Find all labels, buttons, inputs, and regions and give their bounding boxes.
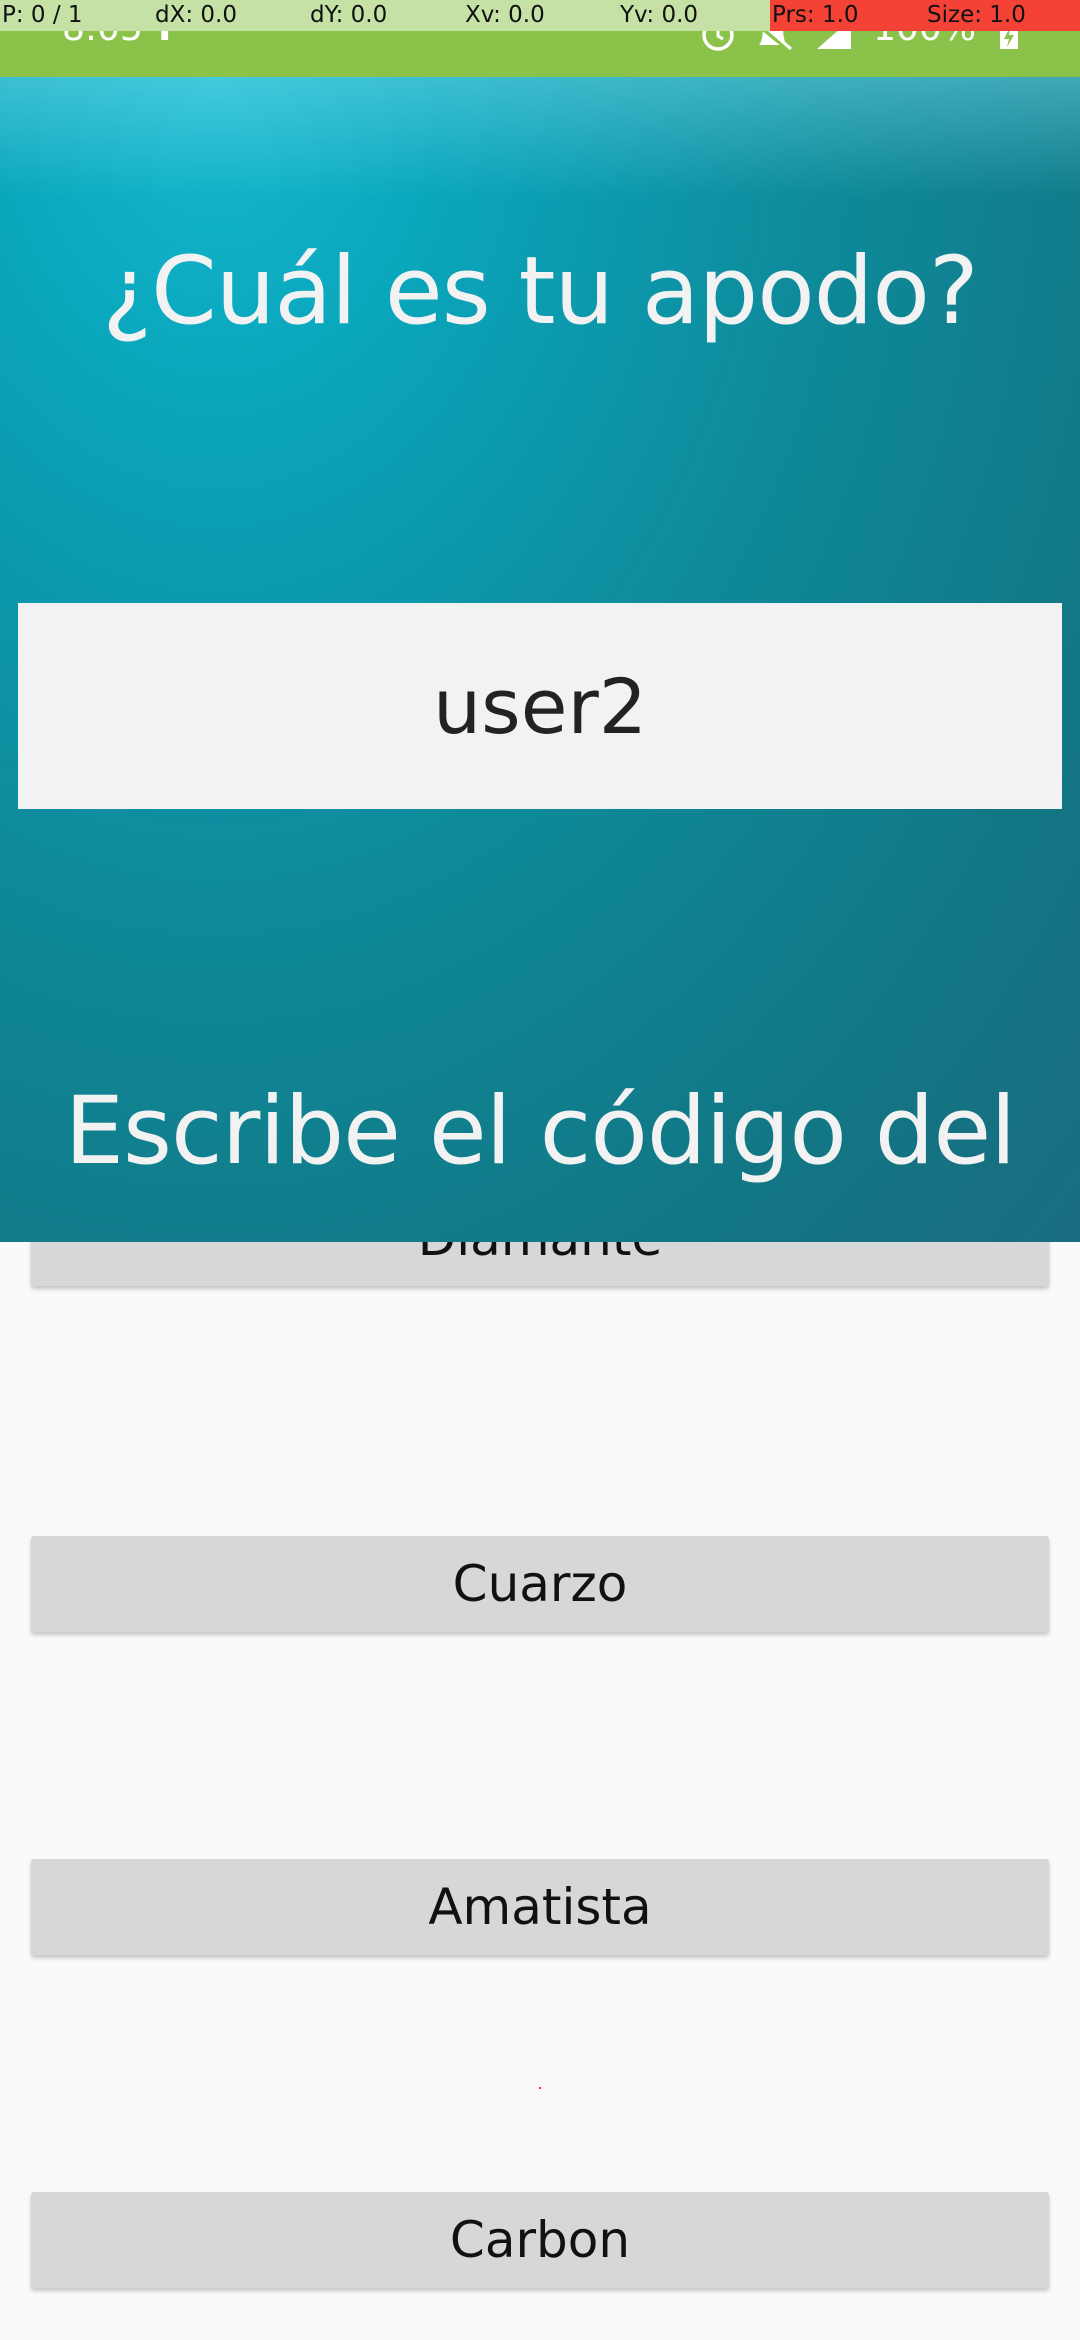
cuarzo-button[interactable]: Cuarzo <box>31 1536 1049 1632</box>
status-bar: 8:05 P 100% <box>0 31 1080 77</box>
signal-icon <box>817 31 852 49</box>
debug-dy: dY: 0.0 <box>310 2 388 28</box>
notifications-off-icon <box>759 31 793 53</box>
debug-dx: dX: 0.0 <box>155 2 237 28</box>
debug-yv: Yv: 0.0 <box>620 2 699 28</box>
carbon-button[interactable]: Carbon <box>31 2192 1049 2288</box>
status-time: 8:05 <box>62 31 143 77</box>
debug-pressure: Prs: 1.0 <box>770 0 925 31</box>
nickname-input[interactable] <box>18 603 1062 809</box>
battery-percent: 100% <box>873 31 976 77</box>
parking-app-icon: P <box>158 31 184 77</box>
amatista-button[interactable]: Amatista <box>31 1859 1049 1955</box>
nickname-dialog: ¿Cuál es tu apodo? Escribe el código del <box>0 77 1080 1242</box>
screen: P: 0 / 1 dX: 0.0 dY: 0.0 Xv: 0.0 Yv: 0.0… <box>0 0 1080 2340</box>
debug-pointer: P: 0 / 1 <box>2 2 83 28</box>
code-prompt: Escribe el código del <box>64 1077 1017 1186</box>
pointer-location-bar: P: 0 / 1 dX: 0.0 dY: 0.0 Xv: 0.0 Yv: 0.0… <box>0 0 1080 31</box>
touch-point-marker <box>539 2087 541 2089</box>
nickname-question: ¿Cuál es tu apodo? <box>102 237 979 346</box>
debug-xv: Xv: 0.0 <box>465 2 545 28</box>
alarm-icon <box>702 31 734 51</box>
debug-size: Size: 1.0 <box>925 0 1080 31</box>
status-icons: 100% <box>701 31 1020 77</box>
battery-charging-icon <box>1000 31 1018 49</box>
